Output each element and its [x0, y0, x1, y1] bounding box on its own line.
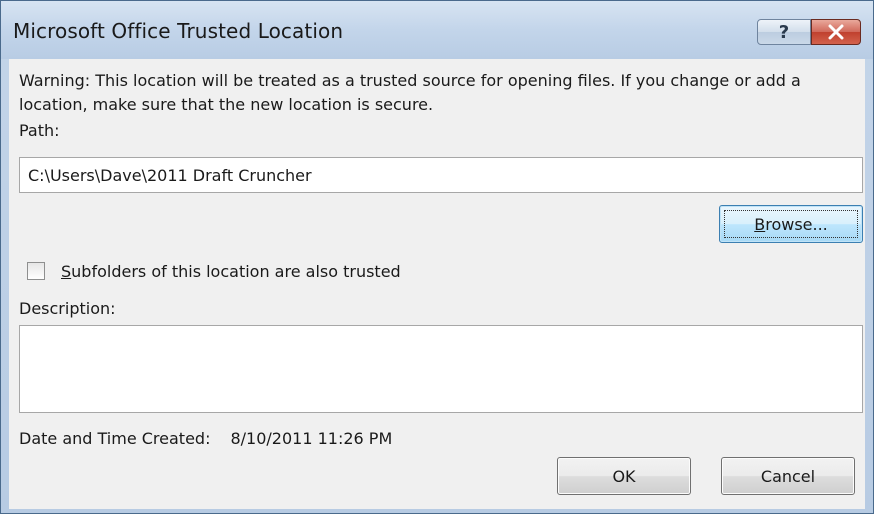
close-icon [828, 24, 844, 40]
browse-button[interactable]: Browse... [719, 205, 863, 243]
dialog-content: Warning: This location will be treated a… [9, 59, 865, 509]
date-created: Date and Time Created: 8/10/2011 11:26 PM [19, 429, 392, 448]
subfolders-row[interactable]: Subfolders of this location are also tru… [27, 261, 401, 281]
path-label: Path: [19, 121, 60, 140]
dialog-title: Microsoft Office Trusted Location [13, 19, 344, 43]
cancel-button[interactable]: Cancel [721, 457, 855, 495]
description-input[interactable] [19, 325, 863, 413]
focus-ring [724, 210, 858, 238]
help-icon: ? [778, 21, 790, 43]
date-created-value: 8/10/2011 11:26 PM [230, 429, 393, 448]
subfolders-checkbox[interactable] [27, 262, 45, 280]
description-label: Description: [19, 299, 116, 318]
ok-button[interactable]: OK [557, 457, 691, 495]
title-bar[interactable]: Microsoft Office Trusted Location ? [1, 1, 873, 59]
dialog-window: Microsoft Office Trusted Location ? Warn… [0, 0, 874, 514]
subfolders-label[interactable]: Subfolders of this location are also tru… [61, 262, 401, 281]
help-button[interactable]: ? [757, 19, 811, 45]
path-input[interactable] [19, 157, 863, 193]
date-created-label: Date and Time Created: [19, 429, 211, 448]
close-button[interactable] [811, 19, 861, 45]
warning-text: Warning: This location will be treated a… [19, 71, 801, 114]
